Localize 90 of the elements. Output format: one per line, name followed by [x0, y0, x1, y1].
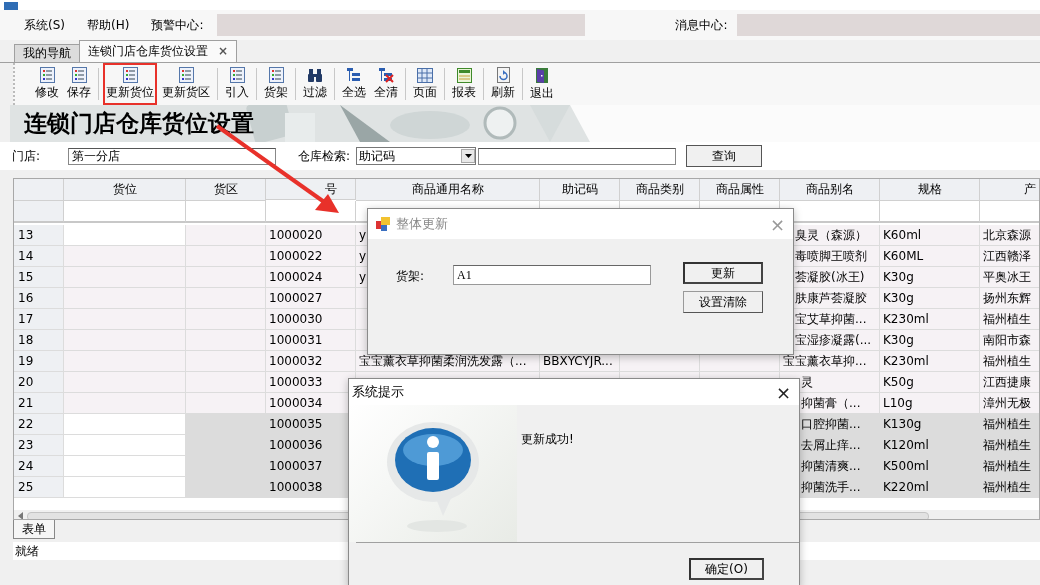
- table-cell: K30g: [880, 288, 980, 309]
- table-cell: 福州植生: [980, 309, 1039, 330]
- table-cell: 南阳市森: [980, 330, 1039, 351]
- row-number: 20: [14, 372, 64, 393]
- row-number: 22: [14, 414, 64, 435]
- row-number: 13: [14, 225, 64, 246]
- shelf-label: 货架:: [396, 268, 426, 285]
- row-number: 21: [14, 393, 64, 414]
- row-number: 16: [14, 288, 64, 309]
- toolbar-button[interactable]: 页面: [410, 63, 440, 105]
- toolbar-button[interactable]: 保存: [64, 63, 94, 105]
- message-center-label: 消息中心:: [675, 16, 728, 34]
- search-label: 仓库检索:: [298, 147, 351, 165]
- column-header[interactable]: 货区: [186, 179, 266, 201]
- toolbar-button[interactable]: 货架: [261, 63, 291, 105]
- table-cell: 漳州无极: [980, 393, 1039, 414]
- table-cell: 江西捷康: [980, 372, 1039, 393]
- table-cell: 福州植生: [980, 477, 1039, 498]
- row-number: 24: [14, 456, 64, 477]
- tab[interactable]: 连锁门店仓库货位设置 ×: [79, 40, 238, 62]
- row-number: 14: [14, 246, 64, 267]
- toolbar-button[interactable]: 报表: [449, 63, 479, 105]
- table-cell: K50g: [880, 372, 980, 393]
- table-cell: K230ml: [880, 309, 980, 330]
- table-cell: 1000022: [266, 246, 356, 267]
- table-cell: 1000032: [266, 351, 356, 372]
- column-header[interactable]: 商品属性: [700, 179, 780, 201]
- row-number: 25: [14, 477, 64, 498]
- toolbar-button[interactable]: 引入: [222, 63, 252, 105]
- table-cell: K60ml: [880, 225, 980, 246]
- table-cell: 北京森源: [980, 225, 1039, 246]
- column-header[interactable]: 商品通用名称: [356, 179, 540, 201]
- table-cell: K230ml: [880, 351, 980, 372]
- row-number: 15: [14, 267, 64, 288]
- toolbar-button[interactable]: 修改: [32, 63, 62, 105]
- table-cell: 江西赣泽: [980, 246, 1039, 267]
- store-field[interactable]: 第一分店: [68, 147, 276, 165]
- table-cell: 宝宝薰衣草抑...: [780, 351, 880, 372]
- row-number: 19: [14, 351, 64, 372]
- toolbar-button[interactable]: 更新货区: [159, 63, 213, 105]
- table-cell: K500ml: [880, 456, 980, 477]
- table-cell: K30g: [880, 330, 980, 351]
- toolbar-button[interactable]: 全选: [339, 63, 369, 105]
- toolbar-button[interactable]: 更新货位: [103, 63, 157, 105]
- menu-item[interactable]: 帮助(H): [87, 16, 130, 34]
- ok-button[interactable]: 确定(O): [689, 558, 764, 580]
- table-cell: L10g: [880, 393, 980, 414]
- table-cell: 1000031: [266, 330, 356, 351]
- table-cell: 1000027: [266, 288, 356, 309]
- table-cell: 平奥冰王: [980, 267, 1039, 288]
- table-cell: 扬州东辉: [980, 288, 1039, 309]
- table-cell: 1000020: [266, 225, 356, 246]
- toolbar-button[interactable]: 刷新: [488, 63, 518, 105]
- toolbar-button[interactable]: 过滤: [300, 63, 330, 105]
- toolbar-button[interactable]: 退出: [527, 62, 557, 106]
- table-cell: K220ml: [880, 477, 980, 498]
- column-header[interactable]: 助记码: [540, 179, 620, 201]
- toolbar-button[interactable]: 全清: [371, 63, 401, 105]
- column-header[interactable]: 商品别名: [780, 179, 880, 201]
- shelf-field[interactable]: A1: [453, 265, 651, 285]
- column-header[interactable]: 产: [980, 179, 1039, 201]
- table-cell: K130g: [880, 414, 980, 435]
- table-cell: K30g: [880, 267, 980, 288]
- row-number: 23: [14, 435, 64, 456]
- tab[interactable]: 我的导航: [14, 44, 80, 62]
- table-cell: 福州植生: [980, 351, 1039, 372]
- column-header[interactable]: 货位: [64, 179, 186, 201]
- alert-center-label: 预警中心:: [151, 16, 204, 34]
- column-header[interactable]: 商品类别: [620, 179, 700, 201]
- table-cell: 1000024: [266, 267, 356, 288]
- table-cell: K60ML: [880, 246, 980, 267]
- dialog-title: 整体更新: [396, 215, 448, 233]
- table-cell: 1000030: [266, 309, 356, 330]
- close-icon[interactable]: ×: [218, 43, 229, 60]
- table-cell: 福州植生: [980, 456, 1039, 477]
- row-number: 18: [14, 330, 64, 351]
- dialog-button[interactable]: 设置清除: [683, 291, 763, 313]
- table-cell: 福州植生: [980, 414, 1039, 435]
- tab[interactable]: 表单: [13, 520, 55, 539]
- menu-item[interactable]: 系统(S): [24, 16, 65, 34]
- column-header[interactable]: 号: [266, 179, 356, 200]
- search-mode-dropdown[interactable]: 助记码: [356, 147, 477, 165]
- row-number: 17: [14, 309, 64, 330]
- table-cell: 福州植生: [980, 435, 1039, 456]
- column-header[interactable]: 规格: [880, 179, 980, 201]
- store-label: 门店:: [12, 147, 42, 165]
- dialog-button[interactable]: 更新: [683, 262, 763, 284]
- message-text: 更新成功!: [521, 431, 574, 448]
- query-button[interactable]: 查询: [686, 145, 763, 167]
- table-cell: K120ml: [880, 435, 980, 456]
